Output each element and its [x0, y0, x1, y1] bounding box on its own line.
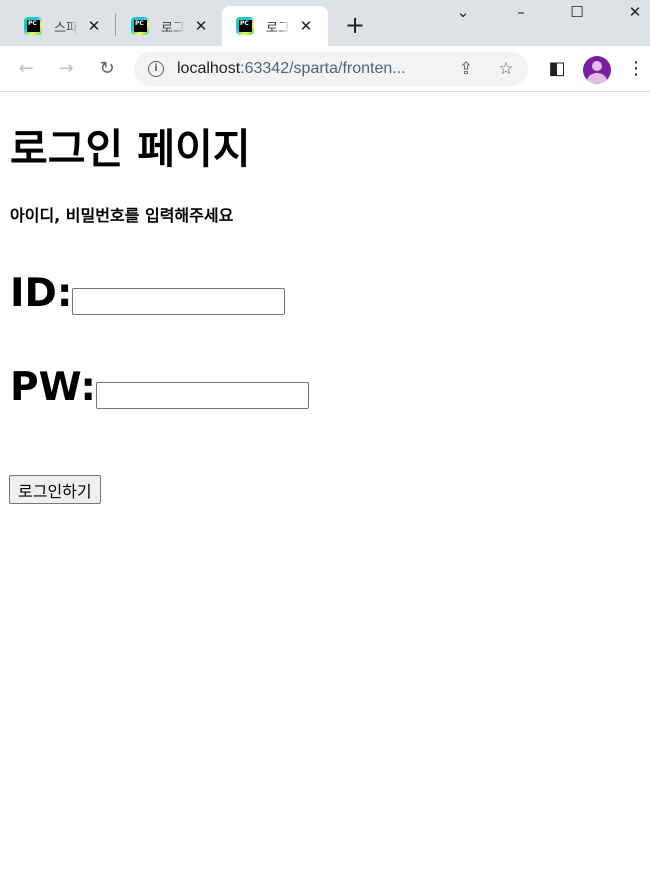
tab-2[interactable]: 로그인 ✕ [117, 6, 217, 46]
id-label: ID: [10, 271, 73, 316]
window-close-icon[interactable]: ✕ [623, 2, 647, 22]
side-panel-icon[interactable]: ◧ [545, 57, 569, 81]
id-input[interactable] [72, 288, 286, 315]
page-subtitle: 아이디, 비밀번호를 입력해주세요 [10, 206, 234, 225]
browser-toolbar: ← → ↻ i localhost:63342/sparta/fronten..… [0, 46, 650, 92]
maximize-icon[interactable]: ☐ [565, 2, 589, 22]
close-icon[interactable]: ✕ [298, 17, 314, 35]
login-button[interactable]: 로그인하기 [9, 475, 101, 504]
plus-icon[interactable]: + [343, 10, 367, 40]
pw-input[interactable] [96, 382, 309, 409]
tab-title: 로그인 [161, 20, 185, 36]
kebab-menu-icon[interactable]: ⋮ [624, 57, 648, 81]
back-arrow-icon[interactable]: ← [14, 57, 38, 81]
minimize-icon[interactable]: – [509, 2, 533, 22]
id-row: ID: [10, 271, 286, 317]
tab-strip: 스파르타 ✕ 로그인 ✕ 로그인 ✕ + ⌄ – ☐ ✕ [0, 0, 650, 46]
tab-3-active[interactable]: 로그인 ✕ [222, 6, 328, 46]
close-icon[interactable]: ✕ [86, 17, 102, 35]
url-host: localhost [177, 60, 241, 77]
page-content: 로그인 페이지 아이디, 비밀번호를 입력해주세요 ID: PW: 로그인하기 [0, 93, 650, 892]
url-text[interactable]: localhost:63342/sparta/fronten... [177, 60, 406, 78]
tab-title: 스파르타 [54, 20, 78, 36]
avatar[interactable] [583, 56, 611, 84]
address-bar[interactable]: i localhost:63342/sparta/fronten... ⇪ ☆ [134, 52, 528, 86]
star-icon[interactable]: ☆ [494, 57, 518, 81]
info-icon[interactable]: i [148, 61, 164, 77]
chevron-down-icon[interactable]: ⌄ [451, 2, 475, 22]
pycharm-icon [236, 17, 254, 35]
close-icon[interactable]: ✕ [193, 17, 209, 35]
pycharm-icon [131, 17, 149, 35]
reload-icon[interactable]: ↻ [95, 57, 119, 81]
tab-divider [115, 14, 116, 36]
pycharm-icon [24, 17, 42, 35]
tab-title: 로그인 [266, 20, 290, 36]
tab-1[interactable]: 스파르타 ✕ [10, 6, 110, 46]
pw-row: PW: [10, 365, 309, 411]
page-title: 로그인 페이지 [10, 125, 251, 173]
url-path: :63342/sparta/fronten... [240, 60, 406, 77]
share-icon[interactable]: ⇪ [454, 57, 478, 81]
pw-label: PW: [10, 365, 96, 410]
forward-arrow-icon[interactable]: → [54, 57, 78, 81]
